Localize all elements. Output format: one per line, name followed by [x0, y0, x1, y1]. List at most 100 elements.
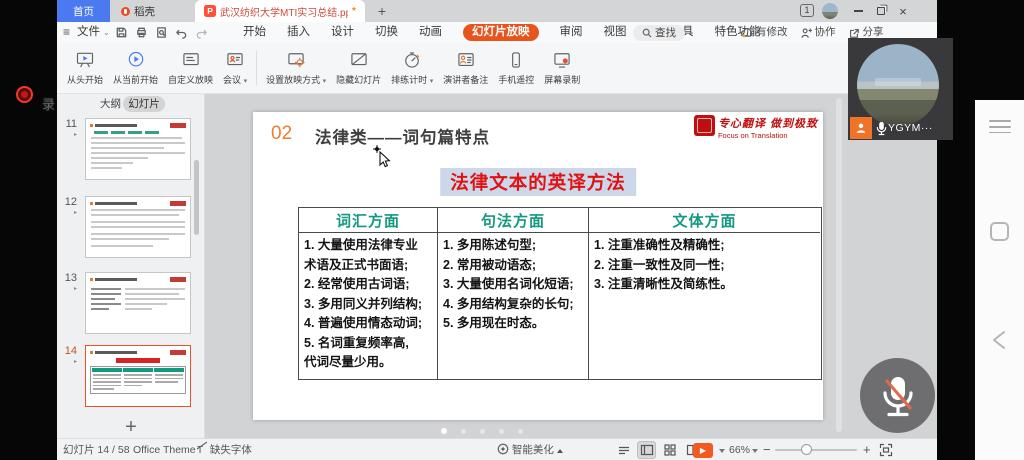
page-indicator-dot — [441, 428, 447, 434]
table-cell-vocabulary: 1. 大量使用法律专业 术语及正式书面语; 2. 经常使用古词语; 3. 多用同… — [299, 233, 438, 379]
undo-icon[interactable] — [175, 26, 188, 39]
menu-item-view[interactable]: 视图 — [604, 22, 627, 43]
sync-status[interactable]: 有修改 — [740, 22, 788, 43]
mic-muted-icon — [878, 373, 918, 419]
print-icon[interactable] — [135, 26, 148, 39]
from-beginning-button[interactable]: 从头开始 — [62, 45, 108, 91]
search-box[interactable]: 查找 — [633, 25, 685, 41]
collaborate-button[interactable]: 协作 — [800, 22, 836, 43]
collaborate-icon — [800, 27, 812, 39]
ppt-file-icon: P — [204, 5, 216, 17]
restore-button[interactable] — [872, 2, 890, 20]
phone-remote-button[interactable]: 手机遥控 — [493, 45, 539, 91]
zoom-out-button[interactable]: − — [763, 439, 771, 460]
back-icon[interactable] — [988, 328, 1012, 352]
custom-show-button[interactable]: 自定义放映 — [163, 45, 218, 91]
record-icon[interactable] — [16, 86, 33, 103]
wps-window: 首页 稻壳 P 武汉纺织大学MTI实习总结.pptx * + 1 × ≡ 文件 … — [57, 0, 937, 460]
missing-font-warning[interactable]: T 缺失字体 — [197, 439, 252, 460]
tab-home[interactable]: 首页 — [57, 0, 110, 22]
play-slideshow-button[interactable]: ▶ — [693, 443, 713, 458]
from-current-button[interactable]: 从当前开始 — [108, 45, 163, 91]
theme-name[interactable]: Office Theme — [133, 439, 196, 460]
slide-thumbnail-12[interactable] — [85, 196, 191, 258]
status-bar: 幻灯片 14 / 58 Office Theme T 缺失字体 智能美化 ▶ 6… — [57, 438, 937, 460]
animation-marker-icon: ▸ — [59, 131, 77, 138]
thumb-logo-mark — [170, 123, 186, 128]
home-icon[interactable] — [990, 222, 1009, 241]
slide-number-current: 14▸ — [59, 345, 77, 365]
slide-canvas: 02 法律类——词句篇特点 专心翻译 做到极致 Focus on Transla… — [205, 94, 937, 438]
zoom-in-button[interactable]: + — [863, 439, 871, 460]
smart-beautify-button[interactable]: 智能美化 — [497, 439, 563, 460]
thumbnail-scrollbar[interactable] — [194, 160, 199, 235]
webcam-overlay[interactable]: YGYM··· — [848, 38, 953, 140]
add-slide-button[interactable]: + — [121, 416, 141, 439]
hide-slide-button[interactable]: 隐藏幻灯片 — [331, 45, 386, 91]
menu-item-transition[interactable]: 切换 — [375, 22, 398, 43]
speaker-notes-button[interactable]: 演讲者备注 — [438, 45, 493, 91]
menu-item-animation[interactable]: 动画 — [419, 22, 442, 43]
ribbon-toolbar: 从头开始 从当前开始 自定义放映 会议 ▾ 设置放映方式 ▾ 隐藏幻灯片 — [57, 43, 937, 94]
slide-thumbnail-13[interactable] — [85, 272, 191, 334]
slide-number: 12▸ — [59, 196, 77, 216]
docer-flame-icon — [121, 7, 130, 16]
missing-font-icon: T — [197, 440, 207, 460]
share-icon — [848, 27, 860, 39]
zoom-slider-knob[interactable] — [801, 444, 812, 455]
close-button[interactable]: × — [894, 2, 912, 20]
rehearse-timing-button[interactable]: 排练计时 ▾ — [386, 45, 438, 91]
boss-key-badge[interactable]: 1 — [800, 4, 814, 17]
play-from-start-icon — [74, 50, 96, 70]
menu-item-slideshow-active[interactable]: 幻灯片放映 — [463, 24, 539, 41]
screen-record-button[interactable]: 屏幕录制 — [539, 45, 585, 91]
tab-docer-label: 稻壳 — [134, 4, 155, 19]
thumb-logo-mark — [170, 201, 186, 206]
animation-marker-icon: ▸ — [59, 285, 77, 292]
notes-panel-toggle[interactable] — [614, 441, 633, 459]
tab-document-label: 武汉纺织大学MTI实习总结.pptx — [220, 4, 348, 19]
tab-outline[interactable]: 大纲 — [100, 96, 121, 112]
hide-slide-icon — [348, 50, 370, 70]
slide-heading: 法律文本的英译方法 — [440, 168, 636, 196]
normal-view-button[interactable] — [637, 441, 656, 459]
caret-down-icon: ▾ — [244, 78, 248, 85]
slide-thumbnail-14-selected[interactable] — [85, 345, 191, 407]
save-icon[interactable] — [115, 26, 128, 39]
beautify-sparkle-icon — [497, 443, 509, 455]
slide-number: 13▸ — [59, 272, 77, 292]
menu-hamburger-icon[interactable]: ≡ — [63, 22, 70, 43]
print-preview-icon[interactable] — [155, 26, 168, 39]
tab-home-label: 首页 — [73, 4, 94, 19]
zoom-slider-track[interactable] — [775, 449, 857, 451]
minimize-button[interactable] — [849, 2, 867, 20]
slide[interactable]: 02 法律类——词句篇特点 专心翻译 做到极致 Focus on Transla… — [253, 112, 823, 420]
play-from-current-icon — [125, 50, 147, 70]
new-tab-button[interactable]: + — [373, 1, 391, 21]
menu-item-start[interactable]: 开始 — [243, 22, 266, 43]
tab-document[interactable]: P 武汉纺织大学MTI实习总结.pptx * — [195, 0, 365, 22]
menu-item-review[interactable]: 审阅 — [560, 22, 583, 43]
canvas-scrollbar[interactable] — [836, 98, 842, 432]
zoom-level[interactable]: 66% — [729, 439, 758, 460]
tab-slides[interactable]: 幻灯片 — [123, 96, 165, 112]
slide-sorter-button[interactable] — [660, 441, 679, 459]
meeting-button[interactable]: 会议 ▾ — [218, 45, 252, 91]
slide-thumbnail-11[interactable] — [85, 118, 191, 180]
menu-item-insert[interactable]: 插入 — [287, 22, 310, 43]
modified-indicator: * — [352, 6, 356, 17]
menu-item-design[interactable]: 设计 — [331, 22, 354, 43]
microphone-muted-button[interactable] — [860, 358, 935, 433]
account-avatar[interactable] — [822, 3, 838, 19]
slide-counter: 幻灯片 14 / 58 — [63, 439, 130, 460]
file-menu[interactable]: 文件 — [77, 22, 100, 43]
bullet-icon — [90, 124, 93, 127]
fit-to-window-button[interactable] — [879, 443, 893, 460]
menu-icon[interactable] — [989, 116, 1011, 137]
grid-view-icon — [663, 443, 677, 457]
redo-icon[interactable] — [195, 26, 208, 39]
play-caret[interactable] — [717, 439, 725, 460]
setup-show-button[interactable]: 设置放映方式 ▾ — [261, 45, 331, 91]
tab-docer[interactable]: 稻壳 — [110, 0, 166, 22]
caret-down-icon: ▾ — [430, 78, 434, 85]
